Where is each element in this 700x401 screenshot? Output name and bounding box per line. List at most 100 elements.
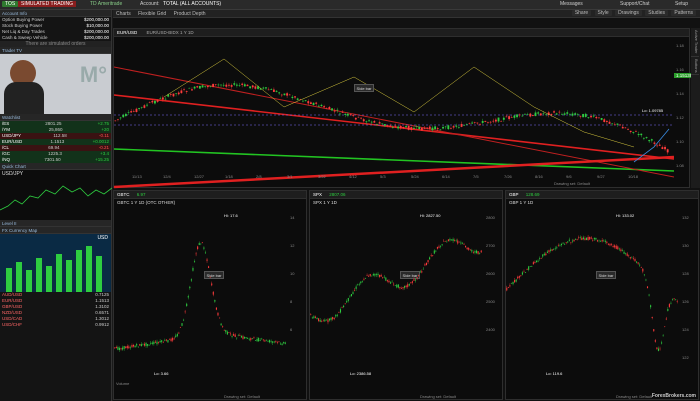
candle	[471, 248, 473, 254]
candle	[346, 299, 348, 304]
trader-tv-header[interactable]: Trader TV	[0, 47, 111, 54]
y-tick-label: 6	[290, 327, 293, 332]
vtab-active-trader[interactable]: Active Trader	[691, 28, 699, 57]
sub-symbol[interactable]: GBP	[509, 192, 519, 197]
tab-flexible-grid[interactable]: Flexible Grid	[135, 10, 169, 18]
candle	[648, 293, 650, 297]
candle	[129, 345, 131, 350]
candle	[238, 82, 241, 87]
candle	[427, 259, 429, 265]
sub-chart-gbp[interactable]: GBP 128.69 GBP 1 Y 1D Side bar Hi: 133.0…	[505, 190, 699, 400]
candle	[617, 245, 619, 250]
share-button[interactable]: Share	[571, 10, 592, 16]
candle	[180, 88, 183, 94]
candle	[215, 307, 217, 311]
candle	[557, 243, 559, 247]
quick-chart-header[interactable]: Quick Chart	[0, 163, 111, 170]
candle	[517, 275, 519, 280]
main-symbol[interactable]: EUR/USD	[117, 30, 137, 35]
candle	[209, 276, 211, 278]
fx-row[interactable]: USD/CHF 0.9912	[0, 322, 111, 328]
candle	[339, 112, 341, 117]
setup-link[interactable]: Setup	[675, 1, 688, 7]
candle	[532, 260, 534, 265]
candle	[529, 265, 531, 267]
y-tick-label: 14	[290, 215, 295, 220]
watchlist-header[interactable]: Watchlist	[0, 114, 111, 121]
drawings-button[interactable]: Drawings	[615, 10, 642, 16]
candle	[228, 82, 230, 88]
candle	[667, 307, 669, 312]
vtab-buttons[interactable]: Buttons	[691, 57, 699, 76]
sub-chart-spx[interactable]: SPX 2807.06 SPX 1 Y 1D Side bar Hi: 2827…	[309, 190, 503, 400]
candle	[267, 339, 269, 343]
fx-val: 0.9912	[95, 322, 109, 327]
fx-map-header[interactable]: FX Currency Map	[0, 227, 111, 234]
candle	[651, 316, 653, 320]
candle	[564, 242, 566, 245]
candle	[341, 306, 343, 309]
candle	[600, 117, 603, 121]
sub-symbol[interactable]: SPX	[313, 192, 322, 197]
candle	[521, 270, 523, 276]
candle	[550, 247, 552, 253]
sub-chart-gbtc[interactable]: GBTC 6.97 GBTC 1 Y 1D (OTC OTHER) Side b…	[113, 190, 307, 400]
trend-line-red[interactable]	[114, 94, 674, 160]
candle	[662, 334, 664, 337]
candle	[247, 337, 249, 339]
candle	[447, 239, 449, 242]
candle	[631, 256, 633, 259]
trader-tv-video[interactable]: M°	[0, 54, 111, 114]
account-selector[interactable]: TOTAL (ALL ACCOUNTS)	[163, 1, 221, 7]
fx-table: AUD/USD 0.7125 EUR/USD 1.1513 GBP/USD 1.3102 N…	[0, 292, 111, 328]
candle	[399, 286, 401, 290]
candle	[408, 283, 410, 287]
candle	[560, 242, 563, 247]
quick-chart[interactable]: USD/JPY	[0, 170, 112, 220]
candle	[369, 273, 371, 278]
style-button[interactable]: Style	[594, 10, 612, 16]
candle	[521, 113, 524, 117]
main-chart[interactable]: EUR/USD EUR/USD-BIDX 1 Y 1D Side bar 1.1…	[113, 28, 695, 189]
candle	[382, 276, 384, 279]
candle	[584, 112, 587, 118]
candle	[642, 268, 644, 274]
drawing-set-label[interactable]: Drawing set: Default	[554, 181, 590, 186]
pattern-line[interactable]	[163, 58, 635, 148]
candle	[193, 259, 196, 263]
drawing-set-label[interactable]: Drawing set: Default	[224, 394, 260, 399]
candle	[413, 277, 415, 281]
tab-charts[interactable]: Charts	[113, 10, 134, 18]
candle	[489, 120, 492, 125]
candle	[434, 126, 437, 130]
side-bar-toggle[interactable]: Side bar	[354, 84, 374, 92]
candle	[229, 331, 232, 336]
candle	[479, 252, 481, 255]
messages-link[interactable]: Messages	[560, 1, 583, 7]
candle	[585, 237, 588, 241]
studies-button[interactable]: Studies	[645, 10, 668, 16]
sub-chart-header: SPX 2807.06	[310, 191, 502, 199]
candle	[181, 322, 183, 327]
fx-currency-map[interactable]: USD	[0, 234, 111, 292]
drawing-set-label[interactable]: Drawing set: Default	[616, 394, 652, 399]
candle	[439, 129, 442, 131]
candle	[318, 318, 320, 323]
tab-product-depth[interactable]: Product Depth	[171, 10, 209, 18]
candle	[435, 249, 437, 253]
drawing-set-label[interactable]: Drawing set: Default	[420, 394, 456, 399]
candle	[601, 237, 603, 243]
patterns-button[interactable]: Patterns	[671, 10, 696, 16]
level2-header[interactable]: Level II	[0, 220, 111, 227]
candle	[123, 345, 125, 351]
candle	[310, 313, 312, 316]
account-info-header[interactable]: Account Info	[0, 10, 111, 17]
candle	[603, 239, 605, 242]
sub-symbol[interactable]: GBTC	[117, 192, 130, 197]
candle	[143, 342, 146, 347]
candle	[273, 340, 275, 344]
support-link[interactable]: Support/Chat	[620, 1, 649, 7]
main-timeframe[interactable]: EUR/USD-BIDX 1 Y 1D	[147, 30, 194, 35]
candle	[579, 115, 582, 119]
mode-badge: SIMULATED TRADING	[18, 1, 77, 7]
